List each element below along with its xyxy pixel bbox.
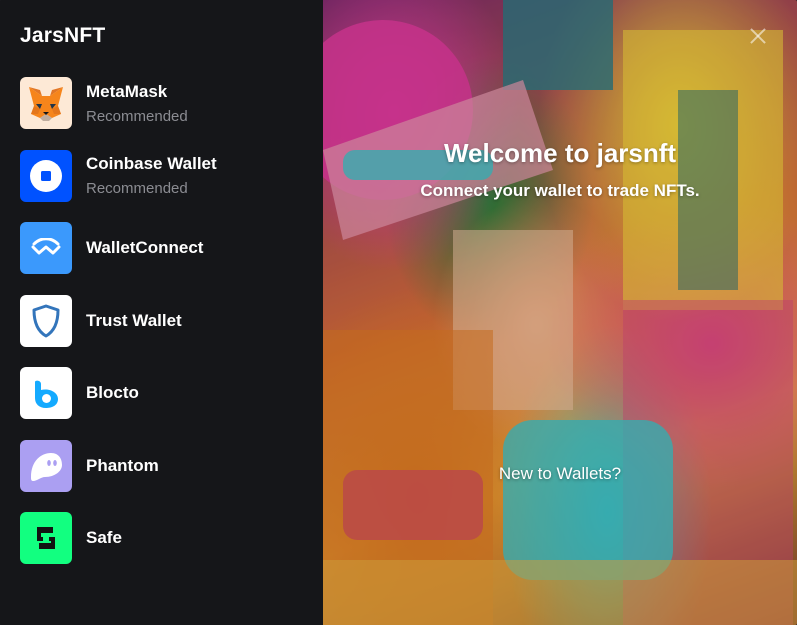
blocto-icon <box>20 367 72 420</box>
wallet-option-safe[interactable]: Safe <box>0 502 323 575</box>
wallet-name: Trust Wallet <box>86 310 182 330</box>
wallet-name: Coinbase Wallet <box>86 154 217 174</box>
wallet-option-walletconnect[interactable]: WalletConnect <box>0 212 323 285</box>
wallet-recommended-label: Recommended <box>86 107 188 125</box>
wallet-option-trust[interactable]: Trust Wallet <box>0 285 323 358</box>
welcome-subtitle: Connect your wallet to trade NFTs. <box>420 181 700 200</box>
connect-wallet-modal: JarsNFT MetaMask Recommended Coinbase Wa… <box>0 0 797 625</box>
wallet-name: MetaMask <box>86 81 168 101</box>
close-icon[interactable] <box>748 26 768 46</box>
metamask-fox-icon <box>20 77 72 130</box>
app-title: JarsNFT <box>20 24 106 47</box>
wallet-name: WalletConnect <box>86 238 204 258</box>
wallet-sidebar: JarsNFT MetaMask Recommended Coinbase Wa… <box>0 0 323 625</box>
safe-icon <box>20 512 72 565</box>
trust-shield-icon <box>20 294 72 347</box>
wallet-name: Blocto <box>86 383 139 403</box>
walletconnect-icon <box>20 222 72 275</box>
wallet-option-phantom[interactable]: Phantom <box>0 430 323 503</box>
coinbase-icon <box>20 149 72 202</box>
wallet-name: Phantom <box>86 455 159 475</box>
phantom-ghost-icon <box>20 439 72 492</box>
welcome-title: Welcome to jarsnft <box>443 138 677 168</box>
wallet-option-metamask[interactable]: MetaMask Recommended <box>0 67 323 140</box>
wallet-list: MetaMask Recommended Coinbase Wallet Rec… <box>0 67 323 575</box>
hero-artwork-panel: Welcome to jarsnft Connect your wallet t… <box>323 0 797 625</box>
wallet-name: Safe <box>86 528 122 548</box>
new-to-wallets-link[interactable]: New to Wallets? <box>323 464 797 484</box>
hero-overlay <box>323 0 797 625</box>
wallet-recommended-label: Recommended <box>86 180 188 198</box>
wallet-option-blocto[interactable]: Blocto <box>0 357 323 430</box>
wallet-option-coinbase[interactable]: Coinbase Wallet Recommended <box>0 140 323 213</box>
